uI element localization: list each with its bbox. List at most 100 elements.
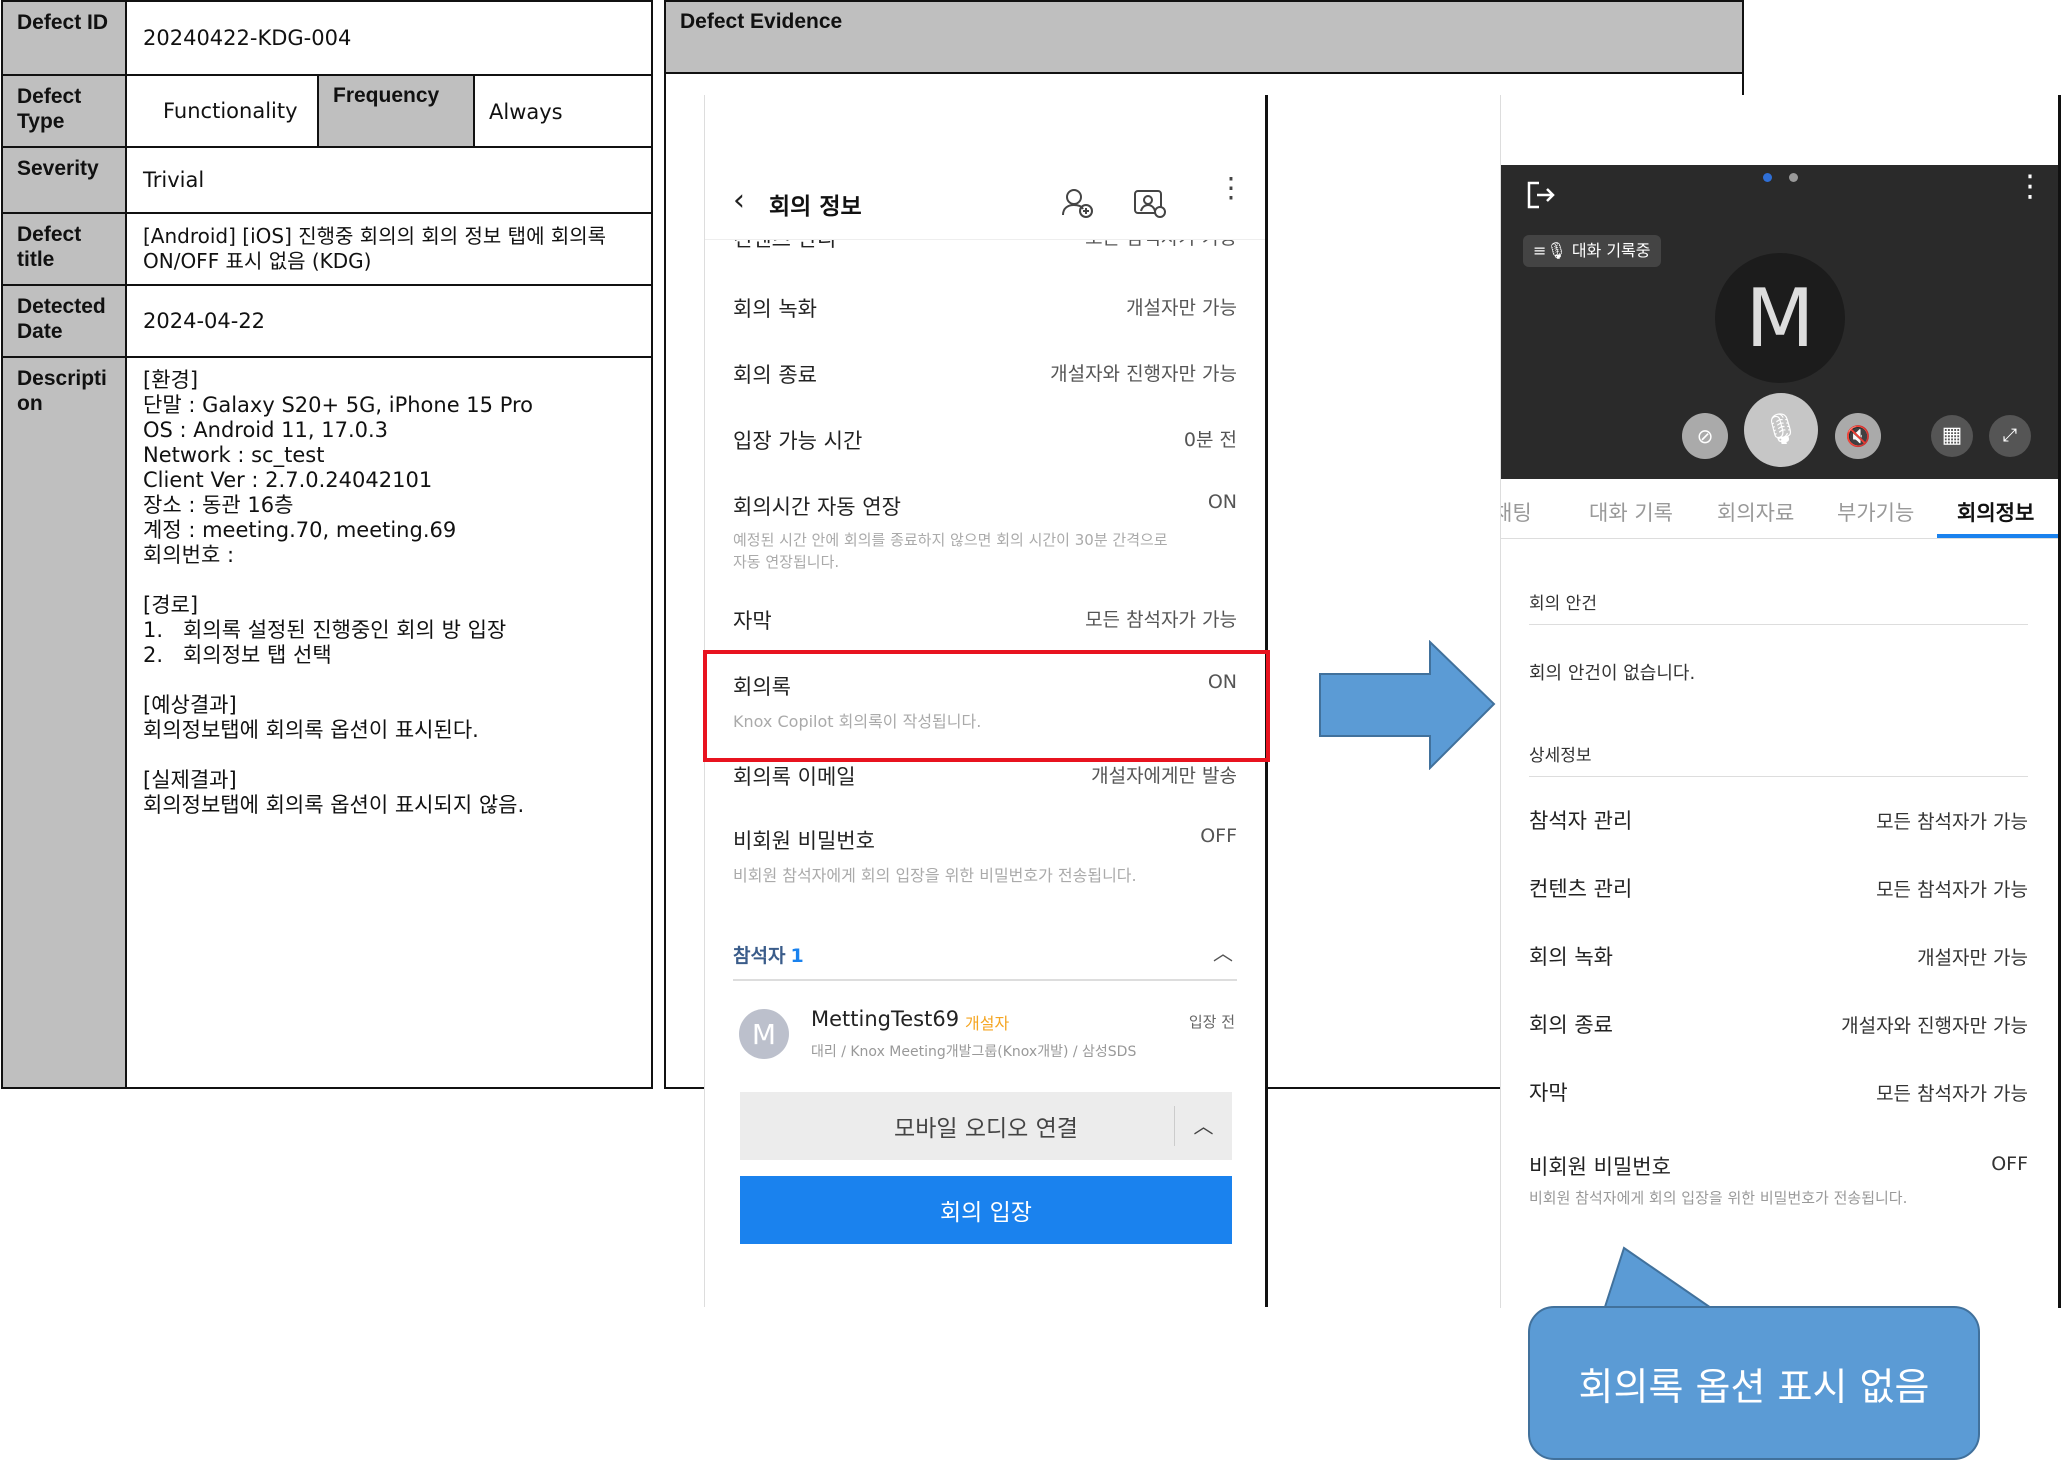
row-detected-date: Detected Date 2024-04-22 <box>3 286 651 358</box>
row-defect-id: Defect ID 20240422-KDG-004 <box>3 2 651 76</box>
more-vert-icon[interactable]: ⋮ <box>2015 172 2045 202</box>
frequency-label: Frequency <box>317 76 475 146</box>
guest-password-row: 비회원 비밀번호 OFF 비회원 참석자에게 회의 입장을 위한 비밀번호가 전송… <box>1529 1151 2028 1208</box>
defect-id-label: Defect ID <box>3 2 127 74</box>
setting-value: 0분 전 <box>1183 429 1237 451</box>
caption-label: 자막 <box>733 609 772 633</box>
participants-header[interactable]: 참석자 1 ︿ <box>733 941 1237 981</box>
recording-badge-label: 대화 기록중 <box>1571 241 1651 260</box>
minutes-email-row: 회의록 이메일 개설자에게만 발송 <box>733 761 1237 791</box>
recording-badge: ≡🎙 대화 기록중 <box>1523 235 1661 267</box>
arrow-right-icon <box>1319 640 1496 770</box>
page-dot-active <box>1763 173 1772 182</box>
fullscreen-icon[interactable]: ⤢ <box>1989 415 2031 457</box>
defect-table: Defect ID 20240422-KDG-004 Defect Type F… <box>1 0 653 1089</box>
setting-label: 회의 종료 <box>1529 1013 1613 1037</box>
setting-row: 참석자 관리 모든 참석자가 가능 <box>1529 805 2028 835</box>
setting-label: 회의 종료 <box>733 363 817 387</box>
more-vert-icon[interactable]: ⋮ <box>1217 174 1245 202</box>
tab-meeting-info[interactable]: 회의정보 <box>1957 497 2034 527</box>
row-defect-type: Defect Type Functionality Frequency Alwa… <box>3 76 651 148</box>
highlight-box <box>703 650 1270 762</box>
video-area: ⋮ ≡🎙 대화 기록중 M ⊘ 🎙 🔇 ▦ ⤢ <box>1501 165 2058 479</box>
description-label: Descripti on <box>3 358 127 1087</box>
mobile-audio-label: 모바일 오디오 연결 <box>894 1116 1078 1142</box>
guest-password-desc: 비회원 참석자에게 회의 입장을 위한 비밀번호가 전송됩니다. <box>1529 1189 1908 1207</box>
detail-label: 상세정보 <box>1529 741 2028 777</box>
tab-bar: 채팅 대화 기록 회의자료 부가기능 회의정보 <box>1501 479 2058 539</box>
agenda-empty: 회의 안건이 없습니다. <box>1529 663 1696 684</box>
defect-type-label: Defect Type <box>3 76 127 146</box>
add-participant-icon[interactable] <box>1061 187 1093 219</box>
page-title: 회의 정보 <box>769 194 862 220</box>
detected-date-label: Detected Date <box>3 286 127 356</box>
row-description: Descripti on [환경] 단말 : Galaxy S20+ 5G, i… <box>3 358 651 1087</box>
tab-transcript[interactable]: 대화 기록 <box>1589 497 1673 527</box>
back-chevron-icon[interactable]: ‹ <box>733 183 745 218</box>
participants-count: 1 <box>790 945 804 967</box>
phone-screenshot-after: ⋮ ≡🎙 대화 기록중 M ⊘ 🎙 🔇 ▦ ⤢ 채팅 대화 기록 회의자료 부가… <box>1500 95 2061 1308</box>
auto-extend-value[interactable]: ON <box>1208 491 1237 513</box>
guest-password-label: 비회원 비밀번호 <box>733 829 875 853</box>
setting-value: 모든 참석자가 가능 <box>1876 1083 2028 1105</box>
setting-value: 개설자와 진행자만 가능 <box>1841 1015 2028 1037</box>
avatar: M <box>739 1009 789 1059</box>
severity-value: Trivial <box>143 168 205 192</box>
mic-icon: ≡🎙 <box>1533 241 1572 260</box>
join-meeting-button[interactable]: 회의 입장 <box>740 1176 1232 1244</box>
participant-name: MettingTest69 <box>811 1007 960 1031</box>
setting-label: 회의 녹화 <box>733 297 817 321</box>
participant-item[interactable]: M MettingTest69 개설자 입장 전 대리 / Knox Meeti… <box>733 1003 1237 1063</box>
grid-view-icon[interactable]: ▦ <box>1931 415 1973 457</box>
chevron-up-icon[interactable]: ︿ <box>1213 937 1233 966</box>
caption-row: 자막 모든 참석자가 가능 <box>733 605 1237 635</box>
row-defect-title: Defect title [Android] [iOS] 진행중 회의의 회의 … <box>3 214 651 286</box>
setting-value: 개설자만 가능 <box>1917 947 2028 969</box>
mic-off-icon[interactable]: 🎙 <box>1744 393 1818 467</box>
detected-date-value: 2024-04-22 <box>143 309 266 333</box>
guest-password-value[interactable]: OFF <box>1991 1153 2028 1175</box>
agenda-label: 회의 안건 <box>1529 589 2028 625</box>
setting-value: 모든 참석자가 가능 <box>1876 811 2028 833</box>
callout-pointer <box>1602 1246 1718 1311</box>
defect-title-label: Defect title <box>3 214 127 284</box>
description-value: [환경] 단말 : Galaxy S20+ 5G, iPhone 15 Pro … <box>143 368 534 817</box>
setting-row: 회의 녹화 개설자만 가능 <box>1529 941 2028 971</box>
camera-off-icon[interactable]: ⊘ <box>1682 413 1728 459</box>
setting-row: 회의 종료 개설자와 진행자만 가능 <box>733 359 1237 389</box>
participant-status: 입장 전 <box>1188 1013 1235 1031</box>
tab-materials[interactable]: 회의자료 <box>1717 497 1794 527</box>
tab-indicator <box>1937 534 2058 538</box>
creator-tag: 개설자 <box>965 1014 1010 1033</box>
auto-extend-desc: 예정된 시간 안에 회의를 종료하지 않으면 회의 시간이 30분 간격으로 자… <box>733 531 1168 571</box>
participant-org: 대리 / Knox Meeting개발그룹(Knox개발) / 삼성SDS <box>811 1044 1137 1060</box>
severity-label: Severity <box>3 148 127 212</box>
setting-value: 모든 참석자가 가능 <box>1876 879 2028 901</box>
guest-password-value[interactable]: OFF <box>1200 825 1237 847</box>
minutes-email-value: 개설자에게만 발송 <box>1091 765 1237 787</box>
evidence-header: Defect Evidence <box>666 2 1742 74</box>
tab-chat[interactable]: 채팅 <box>1501 497 1532 527</box>
avatar: M <box>1715 253 1845 383</box>
frequency-value: Always <box>489 100 563 124</box>
setting-label: 참석자 관리 <box>1529 809 1633 833</box>
speaker-off-icon[interactable]: 🔇 <box>1835 413 1881 459</box>
mobile-audio-button[interactable]: 모바일 오디오 연결 ︿ <box>740 1092 1232 1160</box>
setting-row: 회의 녹화 개설자만 가능 <box>733 293 1237 323</box>
invite-card-icon[interactable] <box>1133 187 1167 219</box>
participants-label: 참석자 <box>733 945 786 967</box>
setting-row: 입장 가능 시간 0분 전 <box>733 425 1237 455</box>
caption-value: 모든 참석자가 가능 <box>1085 609 1237 631</box>
setting-row: 자막 모든 참석자가 가능 <box>1529 1077 2028 1107</box>
defect-title-value: [Android] [iOS] 진행중 회의의 회의 정보 탭에 회의록 ON/… <box>143 224 607 273</box>
auto-extend-row: 회의시간 자동 연장 ON 예정된 시간 안에 회의를 종료하지 않으면 회의 시… <box>733 491 1237 573</box>
chevron-up-icon[interactable]: ︿ <box>1174 1106 1232 1146</box>
defect-type-value: Functionality <box>163 99 298 123</box>
exit-icon[interactable] <box>1525 179 1557 211</box>
tab-extras[interactable]: 부가기능 <box>1837 497 1914 527</box>
setting-label: 입장 가능 시간 <box>733 429 863 453</box>
auto-extend-label: 회의시간 자동 연장 <box>733 495 901 519</box>
setting-label: 자막 <box>1529 1081 1568 1105</box>
setting-label: 회의 녹화 <box>1529 945 1613 969</box>
setting-value: 개설자만 가능 <box>1126 297 1237 319</box>
